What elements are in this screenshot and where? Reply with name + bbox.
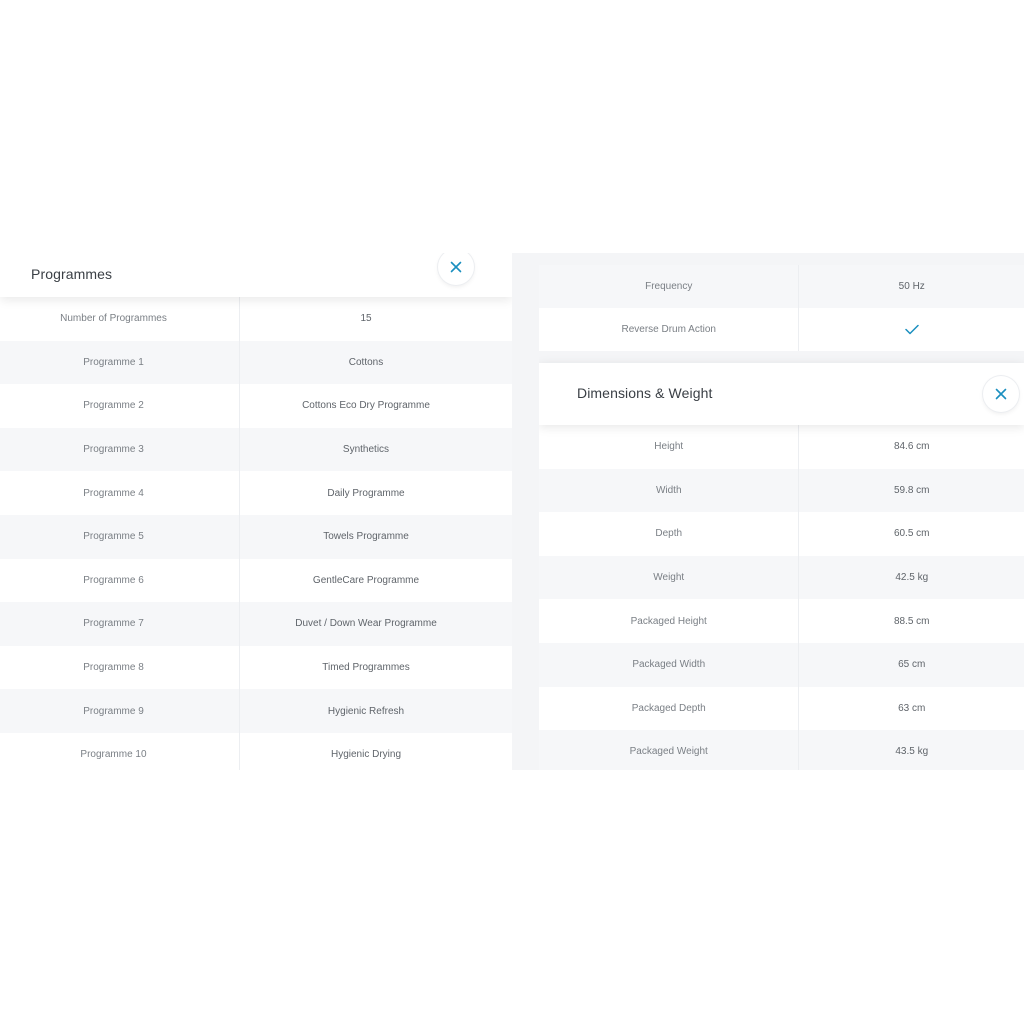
programmes-section: Programmes Number of Programmes 15 Progr… xyxy=(0,253,512,770)
table-row: Programme 1 Cottons xyxy=(0,340,512,385)
row-label: Programme 4 xyxy=(0,471,240,515)
table-row: Height 84.6 cm xyxy=(539,425,1024,469)
electrical-table: Frequency 50 Hz Reverse Drum Action xyxy=(539,265,1024,351)
table-row: Programme 6 GentleCare Programme xyxy=(0,558,512,603)
table-row: Packaged Width 65 cm xyxy=(539,642,1024,687)
row-label: Packaged Width xyxy=(539,642,800,687)
row-value: 50 Hz xyxy=(898,281,925,292)
row-label: Packaged Depth xyxy=(539,686,800,731)
spec-page: Programmes Number of Programmes 15 Progr… xyxy=(0,0,1024,1024)
row-value: GentleCare Programme xyxy=(312,574,420,586)
row-value: 88.5 cm xyxy=(893,615,930,627)
row-value: 59.8 cm xyxy=(893,484,930,496)
row-label: Programme 3 xyxy=(0,427,240,472)
row-label: Programme 10 xyxy=(0,732,240,770)
row-value: 43.5 kg xyxy=(895,746,929,758)
table-row: Programme 3 Synthetics xyxy=(0,427,512,472)
row-value: Daily Programme xyxy=(327,487,405,499)
table-row: Programme 9 Hygienic Refresh xyxy=(0,689,512,733)
table-row: Packaged Height 88.5 cm xyxy=(539,599,1024,643)
table-row: Weight 42.5 kg xyxy=(539,555,1024,600)
row-value: 84.6 cm xyxy=(893,441,930,453)
table-row: Reverse Drum Action xyxy=(539,308,1024,351)
right-column: Frequency 50 Hz Reverse Drum Action Dime… xyxy=(539,253,1024,770)
table-row: Programme 2 Cottons Eco Dry Programme xyxy=(0,384,512,428)
table-row: Programme 10 Hygienic Drying xyxy=(0,732,512,770)
row-value: 60.5 cm xyxy=(893,528,930,540)
row-label: Packaged Weight xyxy=(539,730,800,770)
table-row: Programme 4 Daily Programme xyxy=(0,471,512,515)
table-row: Number of Programmes 15 xyxy=(0,297,512,341)
row-label: Frequency xyxy=(539,265,800,308)
row-label: Depth xyxy=(539,512,800,556)
row-label: Packaged Height xyxy=(539,599,800,643)
table-row: Programme 5 Towels Programme xyxy=(0,514,512,559)
dimensions-title: Dimensions & Weight xyxy=(577,385,713,401)
close-icon xyxy=(995,388,1007,400)
row-label: Reverse Drum Action xyxy=(539,308,800,351)
row-label: Weight xyxy=(539,555,800,600)
row-label: Programme 2 xyxy=(0,384,240,428)
close-icon xyxy=(450,261,462,273)
dimensions-close-button[interactable] xyxy=(983,376,1019,412)
row-label: Programme 8 xyxy=(0,645,240,690)
row-label: Programme 5 xyxy=(0,514,240,559)
row-value: Duvet / Down Wear Programme xyxy=(295,618,437,630)
dimensions-header[interactable]: Dimensions & Weight xyxy=(539,363,1024,425)
programmes-title: Programmes xyxy=(31,266,113,282)
dimensions-table: Height 84.6 cm Width 59.8 cm Depth 60.5 … xyxy=(539,425,1024,770)
row-label: Programme 1 xyxy=(0,340,240,385)
dimensions-weight-section: Dimensions & Weight Height 84.6 cm Width… xyxy=(539,363,1024,770)
row-value: Hygienic Drying xyxy=(330,749,402,761)
programmes-header[interactable]: Programmes xyxy=(0,253,512,297)
table-row: Depth 60.5 cm xyxy=(539,512,1024,556)
row-label: Programme 7 xyxy=(0,602,240,646)
row-value: Cottons Eco Dry Programme xyxy=(302,400,430,412)
table-row: Packaged Depth 63 cm xyxy=(539,686,1024,731)
row-value: Hygienic Refresh xyxy=(327,705,405,717)
table-row: Packaged Weight 43.5 kg xyxy=(539,730,1024,770)
row-label: Number of Programmes xyxy=(0,297,240,341)
row-label: Height xyxy=(539,425,800,469)
row-label: Width xyxy=(539,468,800,513)
row-value: 63 cm xyxy=(898,702,926,714)
row-value xyxy=(799,308,1024,351)
table-row: Programme 7 Duvet / Down Wear Programme xyxy=(0,602,512,646)
row-value: 15 xyxy=(360,313,372,325)
table-row: Programme 8 Timed Programmes xyxy=(0,645,512,690)
row-label: Programme 6 xyxy=(0,558,240,603)
row-value: 65 cm xyxy=(898,659,926,671)
spec-tables-area: Programmes Number of Programmes 15 Progr… xyxy=(0,253,1024,770)
row-value: 42.5 kg xyxy=(895,572,929,584)
checkmark-icon xyxy=(904,324,919,335)
row-value: Towels Programme xyxy=(323,531,409,543)
table-row: Frequency 50 Hz xyxy=(539,265,1024,308)
programmes-close-button[interactable] xyxy=(438,253,474,285)
row-label: Programme 9 xyxy=(0,689,240,733)
row-value: Timed Programmes xyxy=(322,662,410,674)
row-value: Cottons xyxy=(348,356,384,368)
row-value: Synthetics xyxy=(342,444,390,456)
table-row: Width 59.8 cm xyxy=(539,468,1024,513)
programmes-table: Number of Programmes 15 Programme 1 Cott… xyxy=(0,297,512,770)
